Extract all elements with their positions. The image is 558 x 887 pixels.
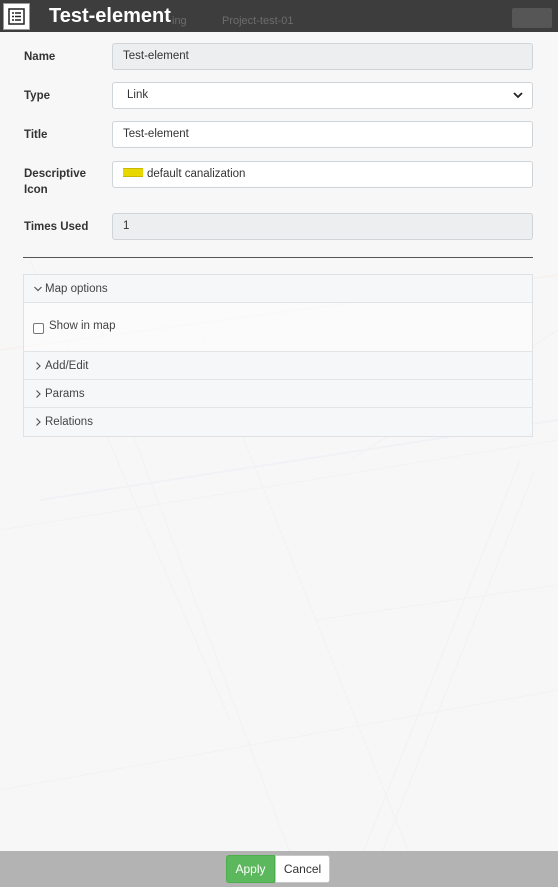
options-accordion: Map options Show in map Add/Edit Params … — [23, 274, 533, 437]
title-field[interactable]: Test-element — [112, 121, 533, 148]
element-panel: ing Project-test-01 Test-element Name Te… — [0, 0, 558, 887]
map-options-label: Map options — [45, 283, 108, 295]
descriptive-icon-field[interactable]: default canalization — [112, 161, 533, 188]
times-used-field: 1 — [112, 213, 533, 240]
params-label: Params — [45, 388, 85, 400]
chevron-right-icon — [36, 362, 41, 370]
show-in-map-checkbox[interactable] — [33, 323, 44, 334]
header-ghost-text: ing — [172, 15, 187, 27]
type-select[interactable]: Link — [112, 82, 533, 109]
header-ghost-project: Project-test-01 — [222, 15, 294, 27]
panel-title: Test-element — [49, 5, 171, 27]
name-field[interactable]: Test-element — [112, 43, 533, 70]
header-ghost-button — [512, 8, 552, 28]
relations-label: Relations — [45, 416, 93, 428]
show-in-map-label[interactable]: Show in map — [49, 320, 115, 332]
chevron-down-icon — [34, 286, 42, 292]
name-label: Name — [24, 51, 56, 63]
list-icon[interactable] — [3, 3, 30, 30]
apply-button[interactable]: Apply — [226, 855, 275, 883]
add-edit-label: Add/Edit — [45, 360, 89, 372]
times-used-label: Times Used — [24, 221, 89, 233]
type-label: Type — [24, 90, 50, 102]
panel-header: ing Project-test-01 Test-element — [0, 0, 558, 32]
chevron-down-icon — [513, 92, 523, 99]
chevron-right-icon — [36, 418, 41, 426]
chevron-right-icon — [36, 390, 41, 398]
descriptive-icon-label: Descriptive Icon — [24, 168, 87, 196]
canalization-line-icon — [123, 168, 143, 178]
title-label: Title — [24, 129, 48, 141]
type-select-value: Link — [127, 89, 149, 101]
map-options-header[interactable]: Map options — [24, 275, 532, 303]
relations-header[interactable]: Relations — [24, 408, 532, 436]
cancel-button[interactable]: Cancel — [275, 855, 330, 883]
section-divider — [23, 257, 533, 258]
descriptive-icon-value: default canalization — [147, 168, 246, 180]
map-options-body: Show in map — [24, 303, 532, 352]
params-header[interactable]: Params — [24, 380, 532, 408]
add-edit-header[interactable]: Add/Edit — [24, 352, 532, 380]
